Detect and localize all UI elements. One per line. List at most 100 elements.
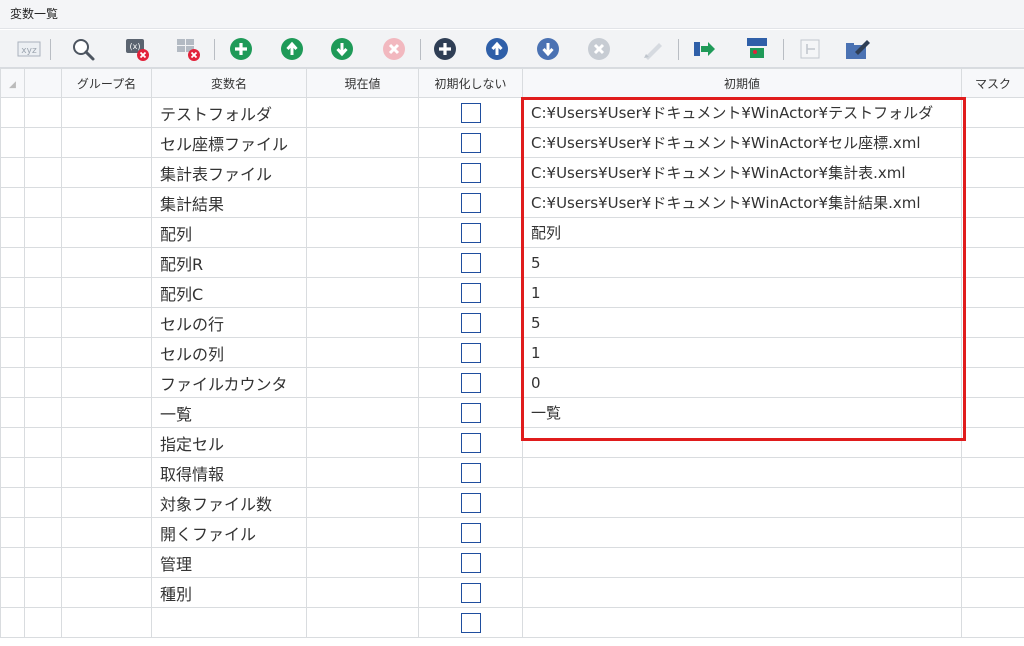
- initial-value-cell[interactable]: C:¥Users¥User¥ドキュメント¥WinActor¥集計表.xml: [522, 157, 962, 188]
- group-down-button[interactable]: [535, 36, 561, 62]
- variable-name-cell[interactable]: 配列: [151, 217, 307, 248]
- header-variable-name[interactable]: 変数名: [151, 68, 307, 98]
- table-row[interactable]: 開くファイル: [0, 517, 1024, 548]
- current-value-cell[interactable]: [306, 97, 419, 128]
- row-header-cell[interactable]: [0, 127, 25, 158]
- mask-cell[interactable]: [961, 247, 1024, 278]
- mask-cell[interactable]: [961, 397, 1024, 428]
- variable-name-cell[interactable]: [151, 607, 307, 638]
- initial-value-cell[interactable]: [522, 427, 962, 458]
- initial-value-cell[interactable]: 配列: [522, 217, 962, 248]
- no-init-checkbox[interactable]: [460, 252, 481, 273]
- table-row[interactable]: 配列R 5: [0, 247, 1024, 278]
- current-value-cell[interactable]: [306, 247, 419, 278]
- variable-name-cell[interactable]: 取得情報: [151, 457, 307, 488]
- mask-cell[interactable]: [961, 97, 1024, 128]
- mask-cell[interactable]: [961, 607, 1024, 638]
- group-name-cell[interactable]: [61, 577, 152, 608]
- row-header-cell[interactable]: [0, 157, 25, 188]
- header-current-value[interactable]: 現在値: [306, 68, 419, 98]
- current-value-cell[interactable]: [306, 577, 419, 608]
- row-header-cell[interactable]: [0, 517, 25, 548]
- row-header-cell[interactable]: [0, 547, 25, 578]
- current-value-cell[interactable]: [306, 187, 419, 218]
- table-row[interactable]: セルの列 1: [0, 337, 1024, 368]
- group-up-button[interactable]: [484, 36, 510, 62]
- no-init-checkbox[interactable]: [460, 462, 481, 483]
- mask-cell[interactable]: [961, 547, 1024, 578]
- mask-cell[interactable]: [961, 217, 1024, 248]
- table-row[interactable]: ファイルカウンタ 0: [0, 367, 1024, 398]
- current-value-cell[interactable]: [306, 307, 419, 338]
- variable-name-cell[interactable]: 配列R: [151, 247, 307, 278]
- table-row[interactable]: 集計結果 C:¥Users¥User¥ドキュメント¥WinActor¥集計結果.x…: [0, 187, 1024, 218]
- move-up-button[interactable]: [279, 36, 305, 62]
- current-value-cell[interactable]: [306, 157, 419, 188]
- group-name-cell[interactable]: [61, 607, 152, 638]
- table-row[interactable]: セルの行 5: [0, 307, 1024, 338]
- group-name-cell[interactable]: [61, 517, 152, 548]
- initial-value-cell[interactable]: 0: [522, 367, 962, 398]
- row-header-cell[interactable]: [0, 277, 25, 308]
- group-name-cell[interactable]: [61, 217, 152, 248]
- current-value-cell[interactable]: [306, 277, 419, 308]
- initial-value-cell[interactable]: [522, 547, 962, 578]
- mask-cell[interactable]: [961, 487, 1024, 518]
- delete-all-button[interactable]: [175, 36, 201, 62]
- group-name-cell[interactable]: [61, 277, 152, 308]
- variable-name-cell[interactable]: 一覧: [151, 397, 307, 428]
- current-value-cell[interactable]: [306, 517, 419, 548]
- variable-name-cell[interactable]: セル座標ファイル: [151, 127, 307, 158]
- group-name-cell[interactable]: [61, 307, 152, 338]
- no-init-checkbox[interactable]: [460, 102, 481, 123]
- current-value-cell[interactable]: [306, 127, 419, 158]
- mask-cell[interactable]: [961, 277, 1024, 308]
- search-button[interactable]: [70, 36, 96, 62]
- table-row[interactable]: 種別: [0, 577, 1024, 608]
- current-value-cell[interactable]: [306, 457, 419, 488]
- initial-value-cell[interactable]: 5: [522, 307, 962, 338]
- row-header-cell[interactable]: [0, 307, 25, 338]
- mask-cell[interactable]: [961, 307, 1024, 338]
- group-name-cell[interactable]: [61, 187, 152, 218]
- no-init-checkbox[interactable]: [460, 372, 481, 393]
- group-name-cell[interactable]: [61, 487, 152, 518]
- group-name-cell[interactable]: [61, 127, 152, 158]
- initial-value-cell[interactable]: [522, 487, 962, 518]
- initial-value-cell[interactable]: 1: [522, 277, 962, 308]
- row-header-cell[interactable]: [0, 487, 25, 518]
- mask-cell[interactable]: [961, 517, 1024, 548]
- initial-value-cell[interactable]: [522, 457, 962, 488]
- table-row[interactable]: 配列C 1: [0, 277, 1024, 308]
- group-name-cell[interactable]: [61, 367, 152, 398]
- row-header-cell[interactable]: [0, 187, 25, 218]
- variable-name-cell[interactable]: 集計結果: [151, 187, 307, 218]
- current-value-cell[interactable]: [306, 487, 419, 518]
- variable-name-cell[interactable]: 開くファイル: [151, 517, 307, 548]
- tree-button[interactable]: [744, 36, 770, 62]
- mask-cell[interactable]: [961, 367, 1024, 398]
- table-row[interactable]: [0, 607, 1024, 638]
- variable-name-cell[interactable]: セルの行: [151, 307, 307, 338]
- initial-value-cell[interactable]: C:¥Users¥User¥ドキュメント¥WinActor¥セル座標.xml: [522, 127, 962, 158]
- mask-cell[interactable]: [961, 457, 1024, 488]
- import-button[interactable]: [692, 36, 718, 62]
- mask-cell[interactable]: [961, 157, 1024, 188]
- table-row[interactable]: 取得情報: [0, 457, 1024, 488]
- delete-group-button[interactable]: [586, 36, 612, 62]
- table-row[interactable]: 対象ファイル数: [0, 487, 1024, 518]
- table-row[interactable]: 集計表ファイル C:¥Users¥User¥ドキュメント¥WinActor¥集計表…: [0, 157, 1024, 188]
- current-value-cell[interactable]: [306, 367, 419, 398]
- header-no-init[interactable]: 初期化しない: [418, 68, 523, 98]
- variable-name-cell[interactable]: テストフォルダ: [151, 97, 307, 128]
- variable-name-cell[interactable]: セルの列: [151, 337, 307, 368]
- xyz-button[interactable]: xyz: [16, 36, 42, 62]
- header-mask[interactable]: マスク: [961, 68, 1024, 98]
- group-name-cell[interactable]: [61, 547, 152, 578]
- delete-unused-button[interactable]: (x): [124, 36, 150, 62]
- mask-cell[interactable]: [961, 337, 1024, 368]
- variable-name-cell[interactable]: 指定セル: [151, 427, 307, 458]
- group-name-cell[interactable]: [61, 247, 152, 278]
- variable-name-cell[interactable]: 種別: [151, 577, 307, 608]
- group-name-cell[interactable]: [61, 397, 152, 428]
